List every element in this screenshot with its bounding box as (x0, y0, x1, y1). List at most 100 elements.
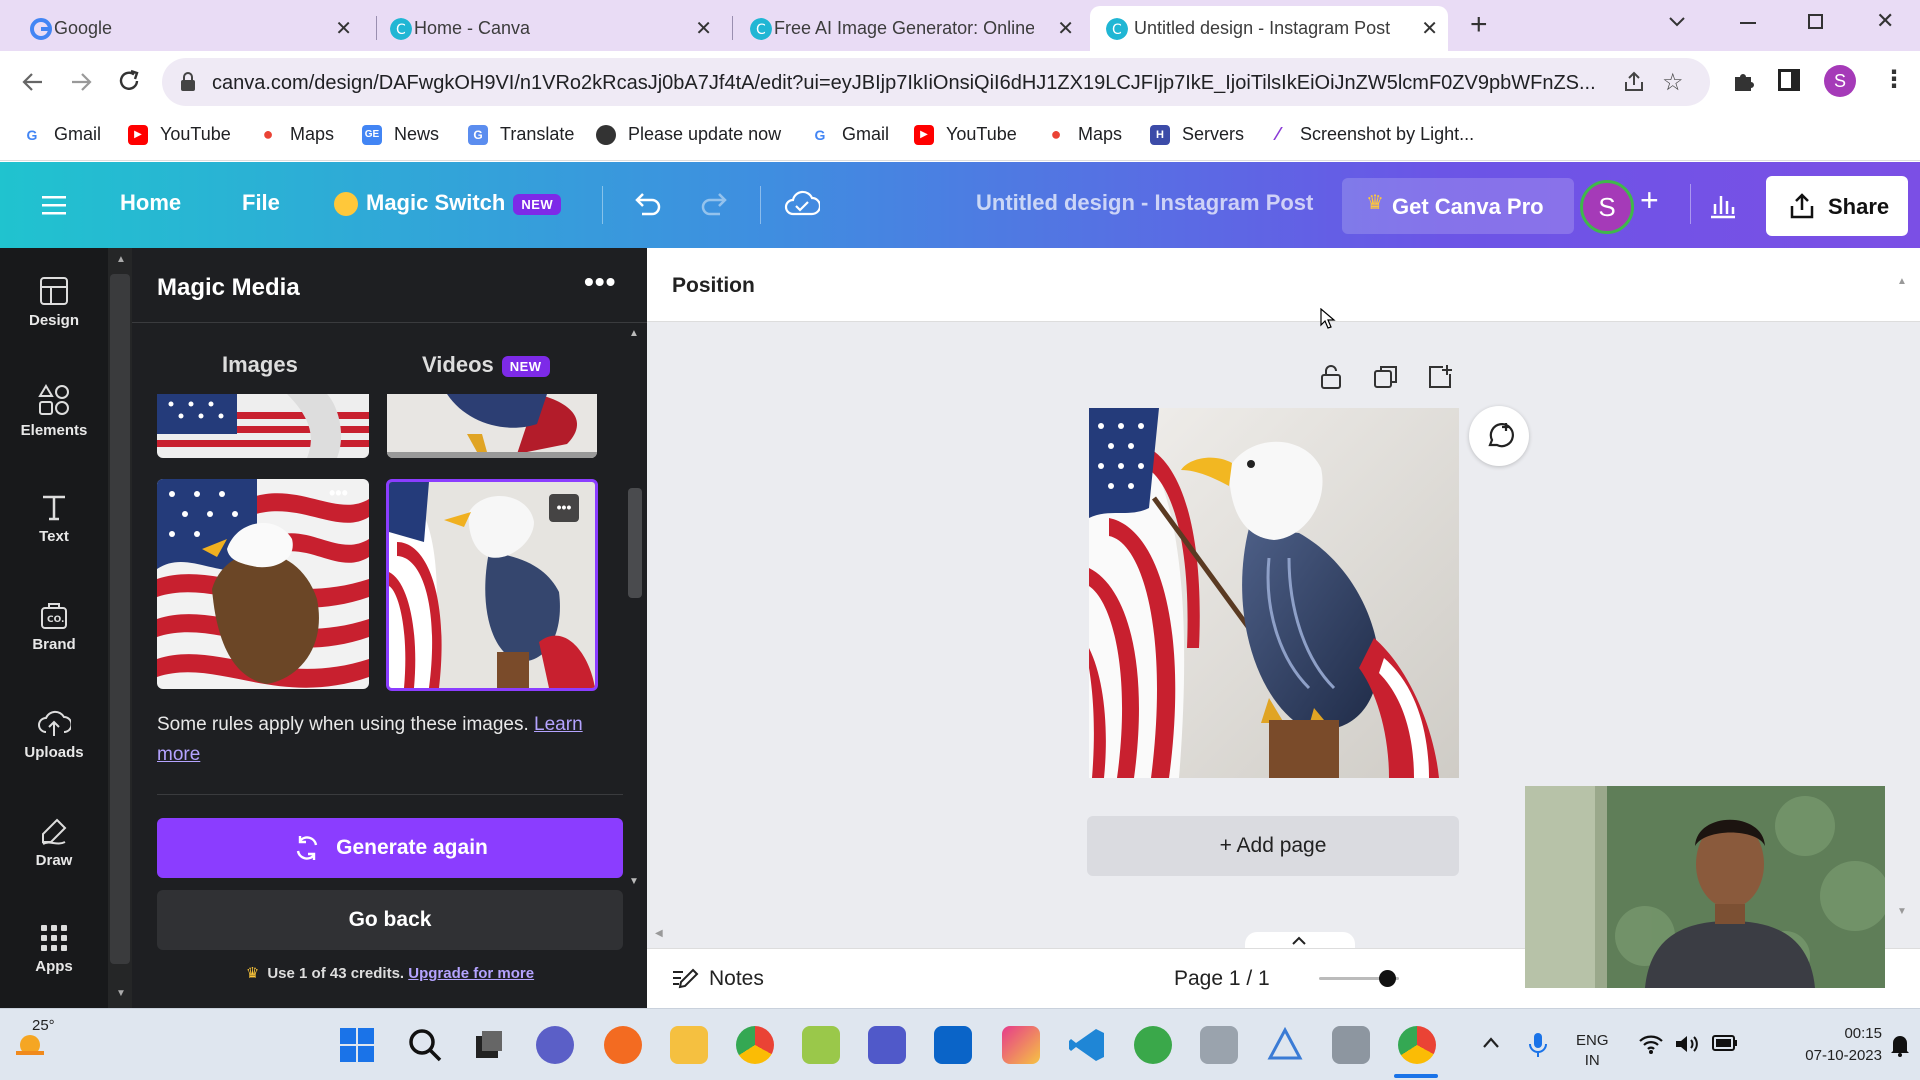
chevron-up-icon[interactable] (1482, 1035, 1500, 1049)
bookmark-please-update[interactable]: Please update now (596, 124, 781, 145)
browser-tab-ai-image[interactable]: C Free AI Image Generator: Online ✕ (744, 6, 1084, 51)
address-bar[interactable]: canva.com/design/DAFwgkOH9VI/n1VRo2kRcas… (162, 58, 1710, 106)
vscode-icon[interactable] (1068, 1026, 1106, 1064)
close-icon[interactable]: ✕ (695, 16, 712, 41)
new-tab-plus-icon[interactable]: + (1470, 8, 1488, 42)
pen-app-icon[interactable] (604, 1026, 642, 1064)
generated-image-thumb-3[interactable]: ••• (157, 479, 369, 689)
add-page-icon[interactable] (1427, 364, 1453, 390)
generated-image-thumb-1[interactable] (157, 394, 369, 458)
rail-item-brand[interactable]: CO. Brand (0, 600, 108, 653)
window-close-icon[interactable]: ✕ (1876, 8, 1894, 34)
outlook-icon[interactable] (934, 1026, 972, 1064)
browser-tab-google[interactable]: Google ✕ (24, 6, 362, 51)
close-icon[interactable]: ✕ (335, 16, 352, 41)
hamburger-menu-icon[interactable] (42, 194, 66, 216)
undo-icon[interactable] (630, 190, 662, 218)
scrollbar-thumb[interactable] (628, 488, 642, 598)
green-app-icon[interactable] (1134, 1026, 1172, 1064)
generated-image-thumb-2[interactable] (387, 394, 597, 458)
lock-icon[interactable] (1319, 364, 1343, 390)
design-canvas-image[interactable] (1089, 408, 1459, 778)
zoom-slider-thumb[interactable] (1379, 970, 1396, 987)
notes-button[interactable]: Notes (671, 967, 764, 991)
document-title[interactable]: Untitled design - Instagram Post (976, 190, 1313, 216)
system-clock[interactable]: 00:15 07-10-2023 (1762, 1023, 1882, 1067)
scroll-down-arrow-icon[interactable]: ▼ (1897, 906, 1907, 917)
rail-scrollbar[interactable]: ▲ ▼ (108, 248, 132, 1008)
rail-item-design[interactable]: Design (0, 276, 108, 329)
snipping-tool-icon[interactable] (802, 1026, 840, 1064)
bookmark-gmail[interactable]: G Gmail (22, 124, 101, 145)
get-canva-pro-button[interactable]: ♛ Get Canva Pro (1342, 178, 1574, 234)
thumb-more-options-icon[interactable]: ••• (329, 483, 348, 504)
insights-chart-icon[interactable] (1708, 190, 1738, 220)
rail-item-elements[interactable]: Elements (0, 384, 108, 439)
scrollbar-thumb[interactable] (110, 274, 130, 964)
more-options-icon[interactable]: ••• (584, 266, 616, 298)
position-button[interactable]: Position (672, 274, 755, 298)
redo-icon[interactable] (700, 190, 732, 218)
scroll-down-arrow-icon[interactable]: ▼ (116, 988, 126, 999)
collaborator-avatar[interactable]: S (1580, 180, 1634, 234)
chat-icon[interactable] (536, 1026, 574, 1064)
storage-app-icon[interactable] (1332, 1026, 1370, 1064)
scroll-down-arrow-icon[interactable]: ▼ (629, 876, 639, 887)
cloud-saved-icon[interactable] (784, 188, 820, 218)
magic-switch-button[interactable]: Magic Switch NEW (334, 190, 562, 217)
bookmark-translate[interactable]: G Translate (468, 124, 574, 145)
wifi-icon[interactable] (1638, 1033, 1664, 1055)
browser-tab-home-canva[interactable]: C Home - Canva ✕ (384, 6, 722, 51)
add-collaborator-plus-icon[interactable]: + (1640, 182, 1659, 219)
battery-icon[interactable] (1712, 1035, 1738, 1051)
upgrade-link[interactable]: Upgrade for more (408, 965, 534, 982)
paint-app-icon[interactable] (1002, 1026, 1040, 1064)
go-back-button[interactable]: Go back (157, 890, 623, 950)
teams-icon[interactable] (868, 1026, 906, 1064)
task-view-icon[interactable] (470, 1026, 508, 1064)
bookmark-screenshot[interactable]: ⁄ Screenshot by Light... (1268, 124, 1474, 145)
generated-image-thumb-4-selected[interactable]: ••• (386, 479, 598, 691)
chrome-profile-icon[interactable] (1398, 1026, 1436, 1064)
atom-app-icon[interactable] (1266, 1026, 1304, 1064)
file-menu-button[interactable]: File (242, 190, 280, 216)
microphone-icon[interactable] (1528, 1031, 1548, 1059)
tab-search-chevron-icon[interactable] (1668, 12, 1686, 30)
windows-start-icon[interactable] (338, 1026, 376, 1064)
generate-again-button[interactable]: Generate again (157, 818, 623, 878)
share-page-icon[interactable] (1622, 70, 1646, 94)
thumb-more-options-icon[interactable]: ••• (549, 494, 579, 522)
home-button[interactable]: Home (120, 190, 181, 216)
bookmark-servers[interactable]: H Servers (1150, 124, 1244, 145)
volume-icon[interactable] (1674, 1033, 1700, 1055)
rail-item-apps[interactable]: Apps (0, 924, 108, 975)
tab-images[interactable]: Images (222, 352, 298, 378)
extensions-puzzle-icon[interactable] (1730, 67, 1758, 95)
bookmark-star-icon[interactable]: ☆ (1662, 68, 1684, 97)
scroll-up-arrow-icon[interactable]: ▲ (116, 254, 126, 265)
scroll-up-arrow-icon[interactable]: ▲ (1897, 276, 1907, 287)
rail-item-text[interactable]: Text (0, 492, 108, 545)
minimize-icon[interactable] (1740, 22, 1756, 24)
close-icon[interactable]: ✕ (1421, 16, 1438, 41)
side-panel-icon[interactable] (1778, 69, 1800, 91)
browser-menu-kebab-icon[interactable]: ⋮ (1882, 65, 1906, 94)
back-arrow-icon[interactable] (20, 69, 46, 95)
profile-avatar[interactable]: S (1824, 65, 1856, 97)
close-icon[interactable]: ✕ (1057, 16, 1074, 41)
restore-icon[interactable] (1808, 14, 1823, 29)
scroll-left-arrow-icon[interactable]: ◀ (655, 928, 663, 939)
search-icon[interactable] (406, 1026, 444, 1064)
panel-scrollbar[interactable]: ▲ ▼ (627, 328, 643, 898)
bookmark-youtube-2[interactable]: ▶ YouTube (914, 124, 1017, 145)
bookmark-youtube[interactable]: ▶ YouTube (128, 124, 231, 145)
tab-videos[interactable]: Videos NEW (422, 352, 550, 378)
bookmark-gmail-2[interactable]: G Gmail (810, 124, 889, 145)
share-button[interactable]: Share (1766, 176, 1908, 236)
rail-item-uploads[interactable]: Uploads (0, 708, 108, 761)
rail-item-draw[interactable]: Draw (0, 816, 108, 869)
add-page-button[interactable]: + Add page (1087, 816, 1459, 876)
notifications-bell-icon[interactable] (1890, 1033, 1910, 1057)
forward-arrow-icon[interactable] (68, 69, 94, 95)
scroll-up-arrow-icon[interactable]: ▲ (629, 328, 639, 339)
